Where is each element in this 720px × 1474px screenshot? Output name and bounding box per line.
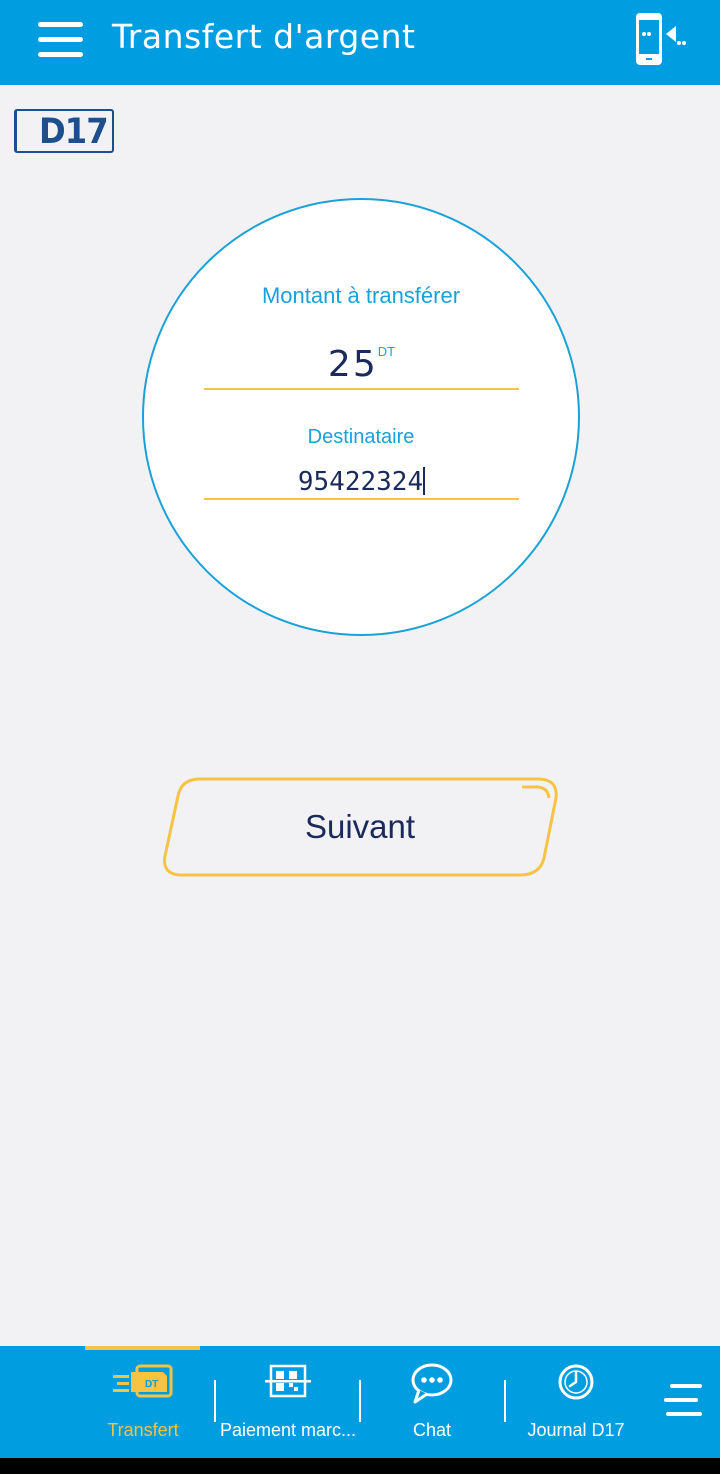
phone-transfer-icon[interactable] bbox=[626, 10, 690, 70]
next-button[interactable]: Suivant bbox=[160, 776, 560, 878]
hamburger-menu-icon[interactable] bbox=[36, 20, 86, 62]
svg-text:DT: DT bbox=[145, 1379, 158, 1390]
nav-label-chat: Chat bbox=[412, 1420, 452, 1440]
nav-label-paiement: Paiement marc... bbox=[219, 1420, 357, 1440]
text-caret bbox=[423, 467, 426, 495]
qr-code-icon bbox=[263, 1362, 313, 1407]
nav-item-journal[interactable]: Journal D17 bbox=[506, 1346, 646, 1458]
nav-item-chat[interactable]: Chat bbox=[362, 1346, 502, 1458]
d17-logo: D17 bbox=[14, 109, 114, 153]
nav-label-journal: Journal D17 bbox=[527, 1420, 625, 1440]
dt-card-transfer-icon: DT bbox=[111, 1362, 175, 1407]
system-navigation-bar bbox=[0, 1458, 720, 1474]
top-app-bar: Transfert d'argent bbox=[0, 0, 720, 85]
nav-label-transfert: Transfert bbox=[107, 1420, 179, 1440]
clock-icon bbox=[556, 1362, 596, 1407]
chat-bubble-icon bbox=[409, 1362, 455, 1409]
amount-value: 25 bbox=[327, 344, 378, 385]
transfer-form-circle: Montant à transférer 25DT Destinataire 9… bbox=[142, 198, 580, 636]
amount-input[interactable]: 25DT bbox=[204, 340, 519, 390]
page-title: Transfert d'argent bbox=[112, 17, 416, 56]
nav-item-paiement[interactable]: Paiement marc... bbox=[216, 1346, 360, 1458]
nav-item-transfert[interactable]: DT Transfert bbox=[80, 1346, 206, 1458]
recipient-input[interactable]: 95422324 bbox=[204, 462, 519, 500]
amount-label: Montant à transférer bbox=[261, 283, 461, 308]
logo-text: D17 bbox=[39, 112, 109, 152]
recipient-label: Destinataire bbox=[307, 426, 415, 448]
next-button-label: Suivant bbox=[304, 808, 416, 845]
amount-unit: DT bbox=[377, 344, 396, 359]
nav-divider bbox=[359, 1380, 361, 1422]
bottom-navigation: DT Transfert Paiement marc... Chat Journ… bbox=[0, 1346, 720, 1458]
recipient-value: 95422324 bbox=[297, 467, 424, 497]
menu-lines-icon[interactable] bbox=[664, 1382, 704, 1422]
